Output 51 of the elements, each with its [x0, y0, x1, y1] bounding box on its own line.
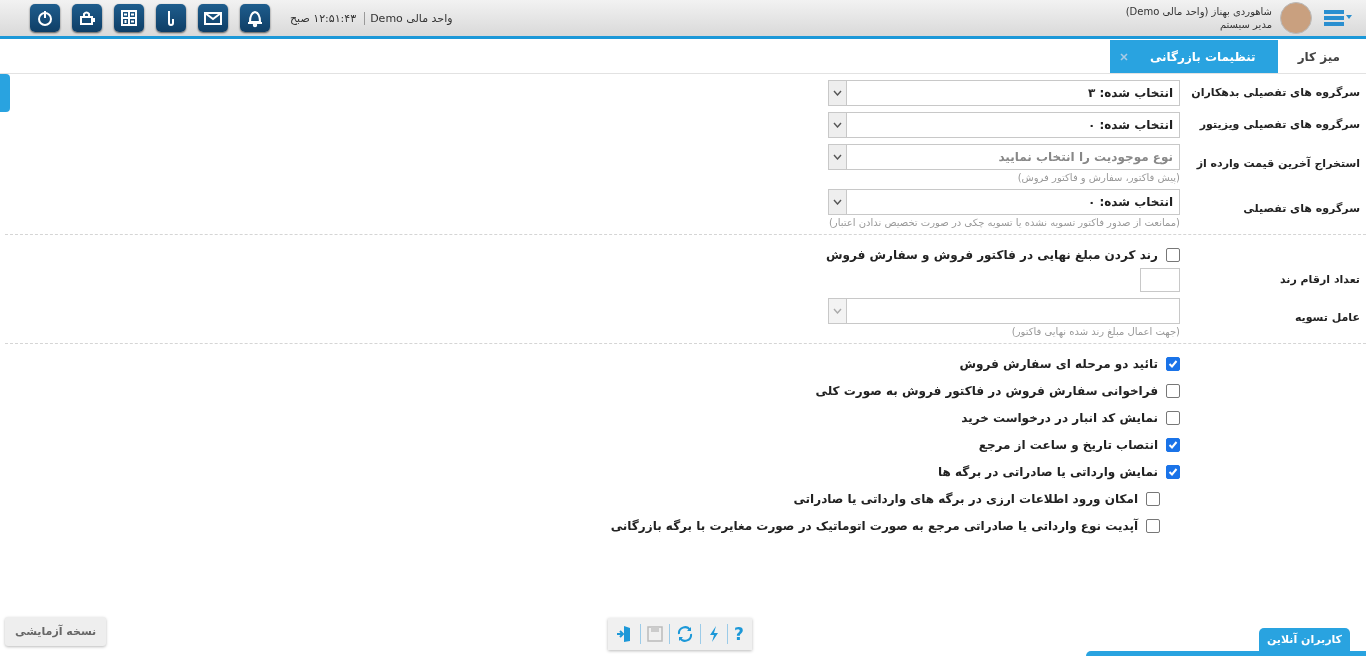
chevron-down-icon	[833, 199, 842, 205]
chevron-down-icon	[833, 308, 842, 314]
checkbox-label: رند کردن مبلغ نهایی در فاکتور فروش و سفارش فروش	[825, 247, 1158, 262]
field-label: سرگروه های تفصیلی بدهکاران	[1190, 85, 1361, 101]
calculator-icon[interactable]	[114, 4, 144, 32]
field-label: تعداد ارقام رند	[1278, 272, 1361, 288]
chevron-down-icon	[833, 90, 842, 96]
bell-icon[interactable]	[240, 4, 270, 32]
field-label: سرگروه های تفصیلی	[1242, 200, 1361, 217]
input-field[interactable]	[1140, 268, 1180, 292]
unit-name: واحد مالی Demo	[364, 11, 453, 25]
tab[interactable]: میز کار	[1283, 40, 1354, 73]
dropdown[interactable]: انتخاب شده: ۰	[828, 189, 1180, 215]
user-name: شاهوردی بهناز (واحد مالی Demo)	[1125, 6, 1272, 17]
avatar	[1280, 2, 1312, 34]
checkbox[interactable]	[1146, 518, 1160, 533]
checkbox-label: تائید دو مرحله ای سفارش فروش	[959, 356, 1158, 371]
checkbox[interactable]	[1166, 383, 1180, 398]
checkbox-label: نمایش کد انبار در درخواست خرید	[961, 410, 1158, 425]
checkbox[interactable]	[1146, 491, 1160, 506]
checkbox[interactable]	[1166, 464, 1180, 479]
hint-text: (جهت اعمال مبلغ رند شده نهایی فاکتور)	[1011, 326, 1180, 337]
power-icon[interactable]	[30, 4, 60, 32]
checkbox[interactable]	[1166, 247, 1180, 262]
field-label: سرگروه های تفصیلی ویزیتور	[1198, 117, 1361, 133]
clock-time: ۱۲:۵۱:۴۳ صبح	[290, 11, 357, 25]
checkbox-label: انتصاب تاریخ و ساعت از مرجع	[978, 437, 1158, 452]
trial-version-badge: نسخه آزمایشی	[5, 617, 107, 646]
hook-icon[interactable]	[156, 4, 186, 32]
field-label: عامل تسویه	[1293, 309, 1361, 326]
coffee-lock-icon[interactable]	[72, 4, 102, 32]
dropdown[interactable]: نوع موجودیت را انتخاب نمایید	[828, 144, 1180, 170]
hint-text: (ممانعت از صدور فاکتور تسویه نشده یا تسویه چکی در صورت تخصیص ندادن اعتبار)	[828, 217, 1180, 228]
checkbox-label: فراخوانی سفارش فروش در فاکتور فروش به صورت کلی	[815, 383, 1158, 398]
hint-text: (پیش فاکتور، سفارش و فاکتور فروش)	[1017, 172, 1180, 183]
dropdown[interactable]: انتخاب شده: ۰	[828, 112, 1180, 138]
side-handle[interactable]	[0, 74, 10, 112]
field-label: استخراج آخرین قیمت وارده از	[1195, 155, 1361, 172]
checkbox-label: آپدیت نوع وارداتی یا صادراتی مرجع به صورت اتوماتیک در صورت مغایرت با برگه بازرگانی	[610, 518, 1138, 533]
checkbox[interactable]	[1166, 410, 1180, 425]
envelope-icon[interactable]	[198, 4, 228, 32]
refresh-icon[interactable]	[676, 625, 694, 643]
chevron-down-icon	[833, 154, 842, 160]
chevron-down-icon	[833, 122, 842, 128]
lightning-icon[interactable]	[707, 625, 721, 643]
checkbox[interactable]	[1166, 437, 1180, 452]
user-role: مدیر سیستم	[1218, 19, 1272, 30]
dropdown[interactable]: انتخاب شده: ۳	[828, 80, 1180, 106]
checkbox-label: نمایش وارداتی یا صادراتی در برگه ها	[937, 464, 1158, 479]
checkbox-label: امکان ورود اطلاعات ارزی در برگه های وارداتی یا صادراتی	[793, 491, 1138, 506]
checkbox[interactable]	[1166, 356, 1180, 371]
